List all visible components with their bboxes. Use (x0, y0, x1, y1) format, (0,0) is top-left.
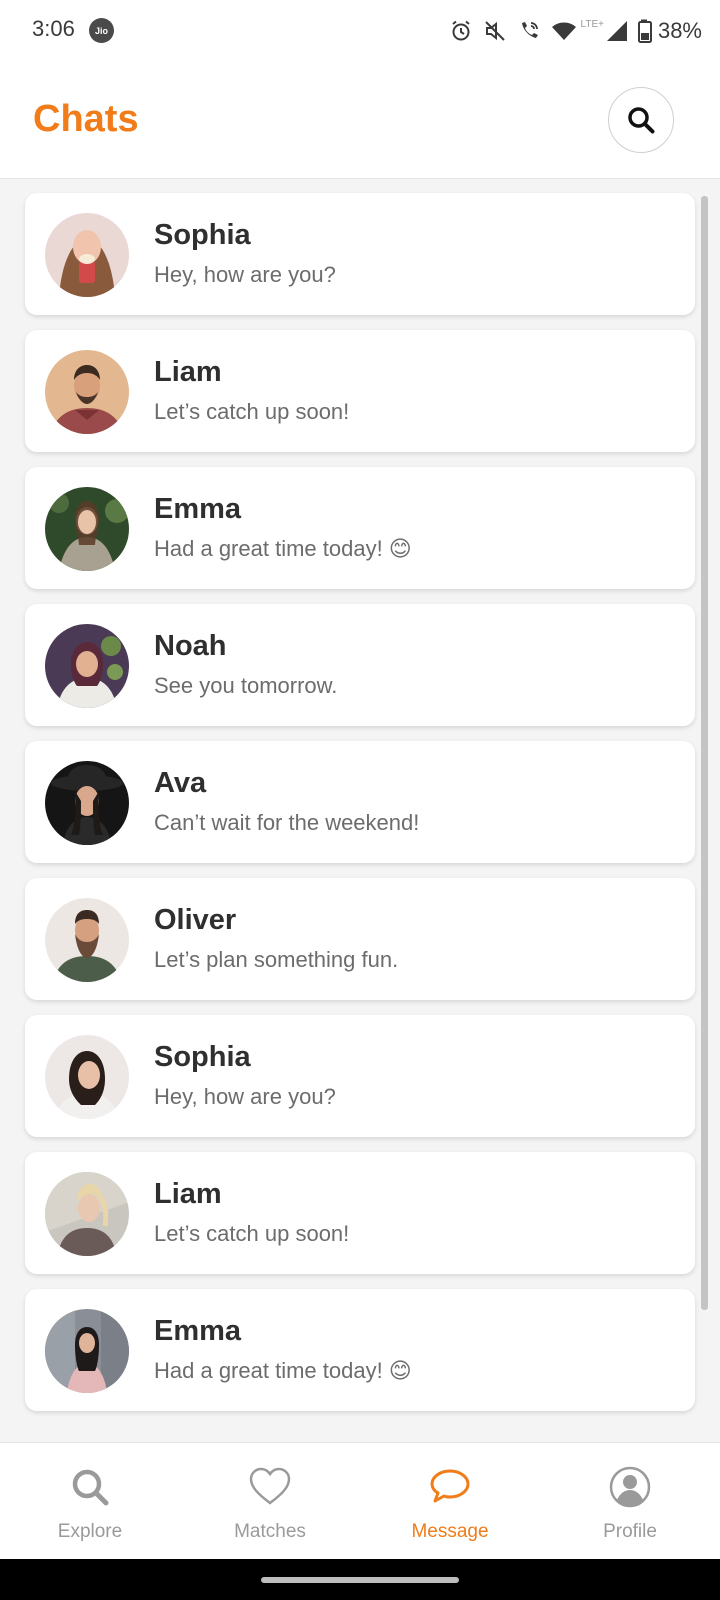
avatar (45, 1309, 129, 1393)
nav-label: Profile (603, 1521, 657, 1542)
battery-percent: 38% (657, 18, 702, 43)
chat-preview: Hey, how are you? (154, 262, 336, 287)
chat-preview: Let’s catch up soon! (154, 399, 350, 424)
nav-label: Explore (57, 1521, 123, 1542)
search-icon (628, 107, 655, 134)
status-time: 3:06 (32, 16, 75, 41)
chat-name: Oliver (154, 904, 237, 936)
nav-profile[interactable]: Profile (540, 1443, 720, 1560)
nav-label: Message (411, 1521, 489, 1542)
chat-preview: Had a great time today! 😊 (154, 536, 412, 561)
chat-name: Emma (154, 1315, 242, 1347)
home-gesture-handle[interactable] (261, 1577, 459, 1583)
chat-name: Sophia (154, 1041, 251, 1073)
scrollbar[interactable] (701, 196, 708, 1310)
chat-preview: Let’s catch up soon! (154, 1221, 350, 1246)
chat-preview: Let’s plan something fun. (154, 947, 399, 972)
wifi-icon (551, 22, 576, 40)
chat-list[interactable]: Sophia Hey, how are you? Liam Let’s catc… (0, 179, 720, 1442)
chat-item[interactable]: Liam Let’s catch up soon! (25, 330, 695, 452)
chat-name: Ava (154, 767, 207, 799)
chat-preview: Hey, how are you? (154, 1084, 336, 1109)
chat-preview: Had a great time today! 😊 (154, 1358, 412, 1383)
status-icons: LTE+ 38% (449, 14, 702, 48)
signal-icon (606, 21, 627, 41)
chat-item[interactable]: Ava Can’t wait for the weekend! (25, 741, 695, 863)
avatar (45, 487, 129, 571)
chat-item[interactable]: Emma Had a great time today! 😊 (25, 467, 695, 589)
nav-explore[interactable]: Explore (0, 1443, 180, 1560)
avatar (45, 213, 129, 297)
chat-name: Noah (154, 630, 227, 662)
chat-item[interactable]: Sophia Hey, how are you? (25, 1015, 695, 1137)
chat-name: Sophia (154, 219, 251, 251)
chat-item[interactable]: Sophia Hey, how are you? (25, 193, 695, 315)
chat-preview: See you tomorrow. (154, 673, 338, 698)
user-icon (609, 1466, 651, 1508)
nav-matches[interactable]: Matches (180, 1443, 360, 1560)
avatar (45, 761, 129, 845)
bottom-nav: Explore Matches Message Profile (0, 1442, 720, 1560)
carrier-badge: Jio (89, 18, 114, 43)
heart-icon (249, 1467, 291, 1505)
chat-item[interactable]: Noah See you tomorrow. (25, 604, 695, 726)
avatar (45, 1172, 129, 1256)
chat-preview: Can’t wait for the weekend! (154, 810, 420, 835)
avatar (45, 1035, 129, 1119)
battery-icon (637, 19, 652, 43)
chat-item[interactable]: Liam Let’s catch up soon! (25, 1152, 695, 1274)
mute-icon (484, 21, 505, 41)
chat-name: Liam (154, 356, 222, 388)
status-bar: 3:06 Jio LTE+ 38% (0, 0, 720, 62)
alarm-icon (451, 20, 470, 41)
avatar (45, 350, 129, 434)
chat-name: Liam (154, 1178, 222, 1210)
chat-bubble-icon (430, 1469, 470, 1503)
search-button[interactable] (608, 87, 674, 153)
avatar (45, 898, 129, 982)
app-header: Chats (0, 62, 720, 179)
search-icon (72, 1469, 109, 1506)
nav-label: Matches (234, 1521, 306, 1542)
chat-item[interactable]: Oliver Let’s plan something fun. (25, 878, 695, 1000)
network-type-label: LTE+ (580, 18, 604, 30)
avatar (45, 624, 129, 708)
chat-name: Emma (154, 493, 242, 525)
wifi-call-icon (521, 22, 538, 38)
system-gesture-bar (0, 1559, 720, 1600)
page-title: Chats (33, 98, 139, 140)
nav-message[interactable]: Message (360, 1443, 540, 1560)
chat-item[interactable]: Emma Had a great time today! 😊 (25, 1289, 695, 1411)
